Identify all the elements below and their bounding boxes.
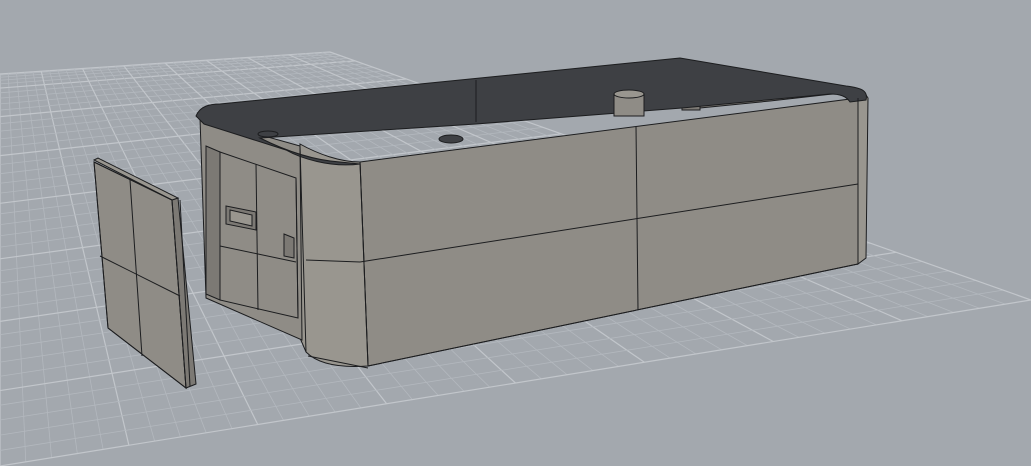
internal-boss	[438, 134, 464, 144]
internal-boss-left	[257, 130, 279, 138]
box-left-corner	[299, 143, 369, 367]
side-notch-cutout	[283, 233, 295, 259]
3d-viewport[interactable]	[0, 0, 1031, 466]
viewport-canvas[interactable]	[0, 0, 1031, 466]
standoff-post-top	[613, 89, 645, 99]
side-wall-opening-jamb	[205, 145, 221, 301]
